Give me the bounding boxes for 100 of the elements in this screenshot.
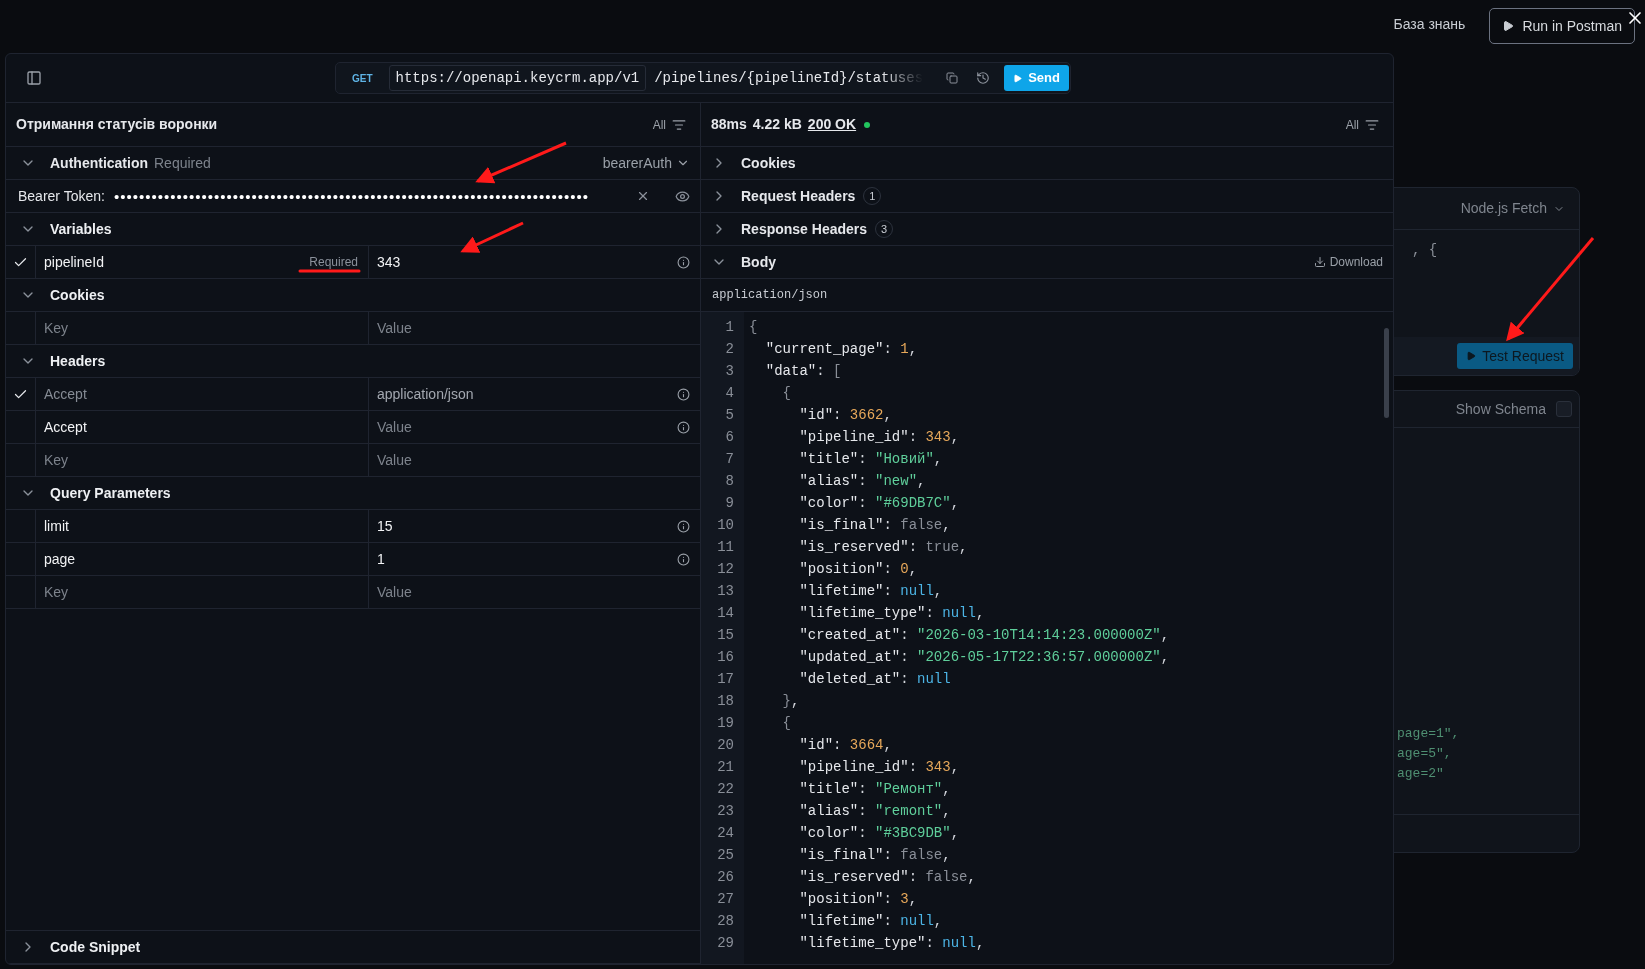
value-field[interactable]: Value xyxy=(377,317,412,339)
method-label[interactable]: GET xyxy=(344,70,381,86)
required-label: Required xyxy=(154,153,211,173)
key-field[interactable]: limit xyxy=(44,515,69,537)
run-in-postman-button[interactable]: Run in Postman xyxy=(1489,8,1635,44)
section-title: Request Headers xyxy=(741,186,856,206)
key-field[interactable]: Key xyxy=(44,317,69,339)
value-field[interactable]: 15 xyxy=(377,515,393,537)
code-fragment: age=2" xyxy=(1397,765,1445,783)
section-header[interactable]: Cookies xyxy=(6,279,700,312)
scrollbar[interactable] xyxy=(1384,328,1389,418)
language-select[interactable]: Node.js Fetch xyxy=(1460,198,1547,219)
line-number: 13 xyxy=(716,582,735,601)
play-icon xyxy=(1466,351,1477,361)
code-line: "data": [ xyxy=(764,362,843,381)
section-header[interactable]: Body Download xyxy=(701,246,1393,279)
code-line: "lifetime_type": null, xyxy=(798,604,986,623)
code-line: "alias": "remont", xyxy=(798,802,952,821)
filter-select[interactable]: All xyxy=(652,115,686,134)
sidebar-toggle-icon[interactable] xyxy=(26,70,42,86)
line-number: 8 xyxy=(724,472,735,491)
line-number: 10 xyxy=(716,516,735,535)
download-icon xyxy=(1313,256,1326,268)
code-line: { xyxy=(781,714,792,733)
code-line: "deleted_at": null xyxy=(798,670,952,689)
section-title: Authentication xyxy=(50,153,148,173)
section-header[interactable]: Response Headers 3 xyxy=(701,213,1393,246)
section-header[interactable]: Cookies xyxy=(701,147,1393,180)
line-number: 14 xyxy=(716,604,735,623)
key-field[interactable]: Accept xyxy=(44,383,87,405)
request-title: Отримання статусів воронки xyxy=(16,115,218,134)
show-schema-checkbox[interactable] xyxy=(1556,401,1572,417)
token-field[interactable]: •••••••••••••••••••••••••••••••••••••••••••••••••••••••••••••••••••••••••••• xyxy=(113,188,590,204)
code-line: "position": 3, xyxy=(798,890,919,909)
info-icon[interactable] xyxy=(677,387,690,401)
play-icon xyxy=(1013,73,1023,83)
status-link[interactable]: 200 OK xyxy=(807,114,857,135)
filter-icon xyxy=(672,117,686,132)
line-number: 7 xyxy=(724,450,735,469)
line-number: 29 xyxy=(716,934,735,953)
content-type: application/json xyxy=(712,287,828,304)
section-header[interactable]: Query Parameters xyxy=(6,477,700,510)
response-time: 88ms xyxy=(711,115,747,134)
line-number: 27 xyxy=(716,890,735,909)
key-field[interactable]: Key xyxy=(44,581,69,603)
line-number: 5 xyxy=(724,406,735,425)
section-header[interactable]: Request Headers 1 xyxy=(701,180,1393,213)
value-field[interactable]: Value xyxy=(377,416,412,438)
code-fragment: page=1", xyxy=(1397,725,1461,743)
info-icon[interactable] xyxy=(677,255,690,269)
clear-icon[interactable] xyxy=(636,189,650,203)
value-field[interactable]: 343 xyxy=(377,251,401,273)
key-field[interactable]: Key xyxy=(44,449,69,471)
line-number: 17 xyxy=(716,670,735,689)
info-icon[interactable] xyxy=(677,519,690,533)
value-field[interactable]: Value xyxy=(377,449,412,471)
code-line: "title": "Ремонт", xyxy=(798,780,952,799)
section-header[interactable]: Authentication Required bearerAuth xyxy=(6,147,700,180)
code-line: "created_at": "2026-03-10T14:14:23.000000Z", xyxy=(798,626,1171,645)
copy-icon[interactable] xyxy=(946,72,959,84)
info-icon[interactable] xyxy=(677,420,690,434)
line-number: 18 xyxy=(716,692,735,711)
code-line: "current_page": 1, xyxy=(764,340,919,359)
section-title: Cookies xyxy=(741,153,796,173)
filter-select[interactable]: All xyxy=(1345,115,1379,134)
line-number: 28 xyxy=(716,912,735,931)
history-icon[interactable] xyxy=(976,71,991,85)
code-line: "pipeline_id": 343, xyxy=(798,428,961,447)
line-number: 25 xyxy=(716,846,735,865)
code-line: { xyxy=(781,384,792,403)
key-field[interactable]: page xyxy=(44,548,76,570)
base-url-field[interactable]: https://openapi.keycrm.app/v1 xyxy=(388,65,647,91)
line-number: 12 xyxy=(716,560,735,579)
eye-icon[interactable] xyxy=(675,188,690,204)
info-icon[interactable] xyxy=(677,552,690,566)
line-number: 2 xyxy=(724,340,735,359)
code-line: "id": 3662, xyxy=(798,406,893,425)
section-title: Headers xyxy=(50,351,106,371)
value-field[interactable]: 1 xyxy=(377,548,385,570)
value-field[interactable]: application/json xyxy=(377,383,474,405)
code-line: "color": "#3BC9DB", xyxy=(798,824,961,843)
section-title: Cookies xyxy=(50,285,105,305)
code-line: "position": 0, xyxy=(798,560,919,579)
line-number: 20 xyxy=(716,736,735,755)
key-field[interactable]: Accept xyxy=(44,416,87,438)
knowledge-base-link[interactable]: База знань xyxy=(1393,13,1466,35)
section-header[interactable]: Variables xyxy=(6,213,700,246)
value-field[interactable]: Value xyxy=(377,581,412,603)
code-line: { xyxy=(749,318,759,337)
section-header[interactable]: Headers xyxy=(6,345,700,378)
key-field[interactable]: pipelineId xyxy=(44,251,104,273)
section-header[interactable]: Code Snippet xyxy=(6,931,700,964)
annotation-underline xyxy=(298,269,361,273)
code-line: "color": "#69DB7C", xyxy=(798,494,961,513)
auth-scheme-select[interactable]: bearerAuth xyxy=(602,152,690,174)
download-link[interactable]: Download xyxy=(1313,253,1383,271)
show-schema-label: Show Schema xyxy=(1455,399,1546,419)
response-size: 4.22 kB xyxy=(752,115,802,134)
line-number: 22 xyxy=(716,780,735,799)
line-number: 11 xyxy=(716,538,735,557)
